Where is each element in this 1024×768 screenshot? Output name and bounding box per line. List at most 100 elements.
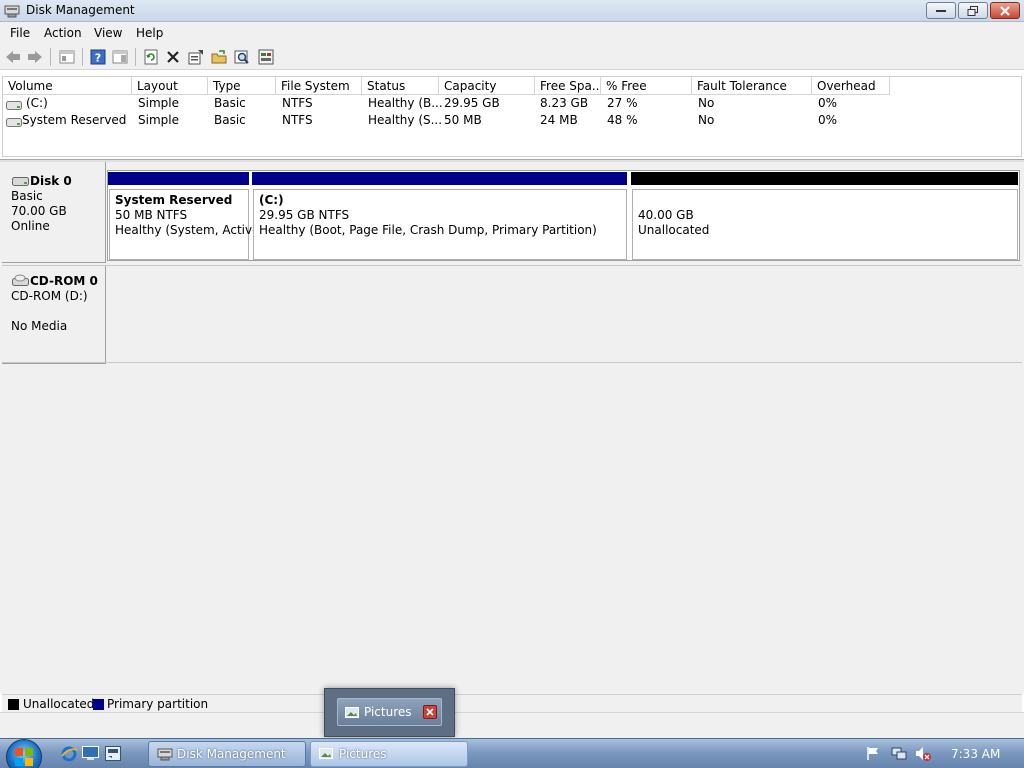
thumbnail-close-icon[interactable]: [423, 705, 437, 719]
disk-row-divider: [2, 265, 1022, 266]
menu-view[interactable]: View: [94, 26, 122, 40]
disk-0-partitions: System Reserved 50 MB NTFS Healthy (Syst…: [107, 170, 1020, 261]
volume-muted-icon[interactable]: [915, 746, 932, 764]
menu-bar: File Action View Help: [0, 22, 1024, 44]
network-icon[interactable]: [891, 746, 907, 764]
find-icon[interactable]: [233, 48, 251, 66]
back-icon[interactable]: [4, 48, 22, 66]
close-button[interactable]: [990, 2, 1020, 19]
disk-management-icon: [4, 4, 20, 21]
disk-0-size: 70.00 GB: [11, 204, 67, 218]
internet-explorer-icon[interactable]: [60, 745, 78, 766]
cell-capacity: 50 MB: [444, 113, 482, 127]
title-bar: Disk Management: [0, 0, 1024, 22]
table-row[interactable]: (C:) Simple Basic NTFS Healthy (B... 29.…: [3, 95, 1021, 112]
cell-fault-tolerance: No: [698, 113, 715, 127]
column-header-volume[interactable]: Volume: [3, 77, 132, 95]
menu-help[interactable]: Help: [136, 26, 163, 40]
open-icon[interactable]: [210, 48, 228, 66]
legend-bar: Unallocated Primary partition: [2, 694, 1022, 712]
column-header-capacity[interactable]: Capacity: [439, 77, 535, 95]
partition-bar-system-reserved: [108, 172, 249, 185]
cdrom-icon: [12, 274, 29, 289]
delete-icon[interactable]: [164, 48, 182, 66]
switch-windows-icon[interactable]: [105, 746, 121, 764]
disk-management-icon: [157, 747, 173, 764]
cell-type: Basic: [214, 96, 246, 110]
legend-swatch-unallocated: [8, 699, 19, 710]
cell-layout: Simple: [138, 113, 179, 127]
taskbar-thumbnail-preview[interactable]: Pictures: [324, 688, 455, 737]
properties-pane-icon[interactable]: [111, 48, 129, 66]
partition-name: (C:): [259, 193, 284, 207]
cell-percent-free: 48 %: [607, 113, 638, 127]
cell-fault-tolerance: No: [698, 96, 715, 110]
taskbar-button-label: Disk Management: [177, 747, 286, 761]
thumbnail-label: Pictures: [364, 705, 412, 719]
cell-file-system: NTFS: [282, 113, 313, 127]
partition-size: 50 MB NTFS: [115, 208, 188, 222]
action-center-flag-icon[interactable]: [866, 746, 880, 764]
legend-label-primary: Primary partition: [107, 697, 209, 711]
column-header-percent-free[interactable]: % Free: [601, 77, 692, 95]
column-header-free-space[interactable]: Free Spa...: [535, 77, 601, 95]
column-header-fault-tolerance[interactable]: Fault Tolerance: [692, 77, 812, 95]
cell-free-space: 24 MB: [540, 113, 578, 127]
table-row[interactable]: System Reserved Simple Basic NTFS Health…: [3, 112, 1021, 129]
system-clock[interactable]: 7:33 AM: [951, 747, 1000, 761]
column-header-type[interactable]: Type: [208, 77, 276, 95]
forward-icon[interactable]: [26, 48, 44, 66]
menu-action[interactable]: Action: [44, 26, 82, 40]
start-button[interactable]: [6, 739, 42, 768]
refresh-icon[interactable]: [142, 48, 160, 66]
cdrom-0-name: CD-ROM 0: [30, 274, 98, 288]
cdrom-0-media: No Media: [11, 319, 68, 333]
cell-file-system: NTFS: [282, 96, 313, 110]
column-header-status[interactable]: Status: [362, 77, 439, 95]
disk-row-divider: [2, 362, 1022, 363]
taskbar-button-disk-management[interactable]: Disk Management: [148, 741, 306, 767]
menu-file[interactable]: File: [10, 26, 30, 40]
cdrom-0-type: CD-ROM (D:): [11, 289, 88, 303]
restore-button[interactable]: [958, 2, 988, 19]
toolbar: ?: [0, 44, 1024, 70]
disk-0-name: Disk 0: [30, 174, 72, 188]
cell-overhead: 0%: [818, 113, 838, 127]
partition-size: 40.00 GB: [638, 208, 694, 222]
volume-drive-icon: [6, 99, 22, 113]
action-icon[interactable]: [257, 48, 275, 66]
volume-drive-icon: [6, 116, 22, 130]
pictures-icon: [345, 707, 359, 721]
cell-status: Healthy (S...: [368, 113, 443, 127]
column-header-overhead[interactable]: Overhead: [812, 77, 890, 95]
cell-layout: Simple: [138, 96, 179, 110]
disk-0-type: Basic: [11, 189, 43, 203]
cell-status: Healthy (B...: [368, 96, 443, 110]
partition-system-reserved[interactable]: System Reserved 50 MB NTFS Healthy (Syst…: [109, 189, 263, 260]
cell-free-space: 8.23 GB: [540, 96, 589, 110]
thumbnail-window[interactable]: Pictures: [337, 698, 442, 726]
cell-overhead: 0%: [818, 96, 838, 110]
partition-status: Healthy (System, Active,: [115, 223, 264, 237]
partition-name: System Reserved: [115, 193, 233, 207]
cdrom-0-info[interactable]: CD-ROM 0 CD-ROM (D:) No Media: [2, 266, 106, 364]
volume-list: Volume Layout Type File System Status Ca…: [2, 76, 1022, 157]
minimize-button[interactable]: [926, 2, 956, 19]
taskbar-button-pictures[interactable]: Pictures: [310, 741, 468, 767]
console-tree-icon[interactable]: [58, 48, 76, 66]
legend-label-unallocated: Unallocated: [23, 697, 95, 711]
partition-status: Healthy (Boot, Page File, Crash Dump, Pr…: [259, 223, 597, 237]
show-desktop-icon[interactable]: [82, 746, 99, 764]
toolbar-separator: [50, 48, 51, 66]
column-header-file-system[interactable]: File System: [276, 77, 362, 95]
cell-capacity: 29.95 GB: [444, 96, 500, 110]
pictures-icon: [319, 748, 333, 762]
partition-unallocated[interactable]: 40.00 GB Unallocated: [632, 189, 1018, 260]
taskbar-button-label: Pictures: [339, 747, 387, 761]
partition-c[interactable]: (C:) 29.95 GB NTFS Healthy (Boot, Page F…: [253, 189, 627, 260]
properties-icon[interactable]: [187, 48, 205, 66]
column-header-layout[interactable]: Layout: [132, 77, 208, 95]
disk-0-info[interactable]: Disk 0 Basic 70.00 GB Online: [2, 162, 106, 263]
help-icon[interactable]: ?: [89, 48, 107, 66]
partition-bar-unallocated: [631, 172, 1018, 185]
